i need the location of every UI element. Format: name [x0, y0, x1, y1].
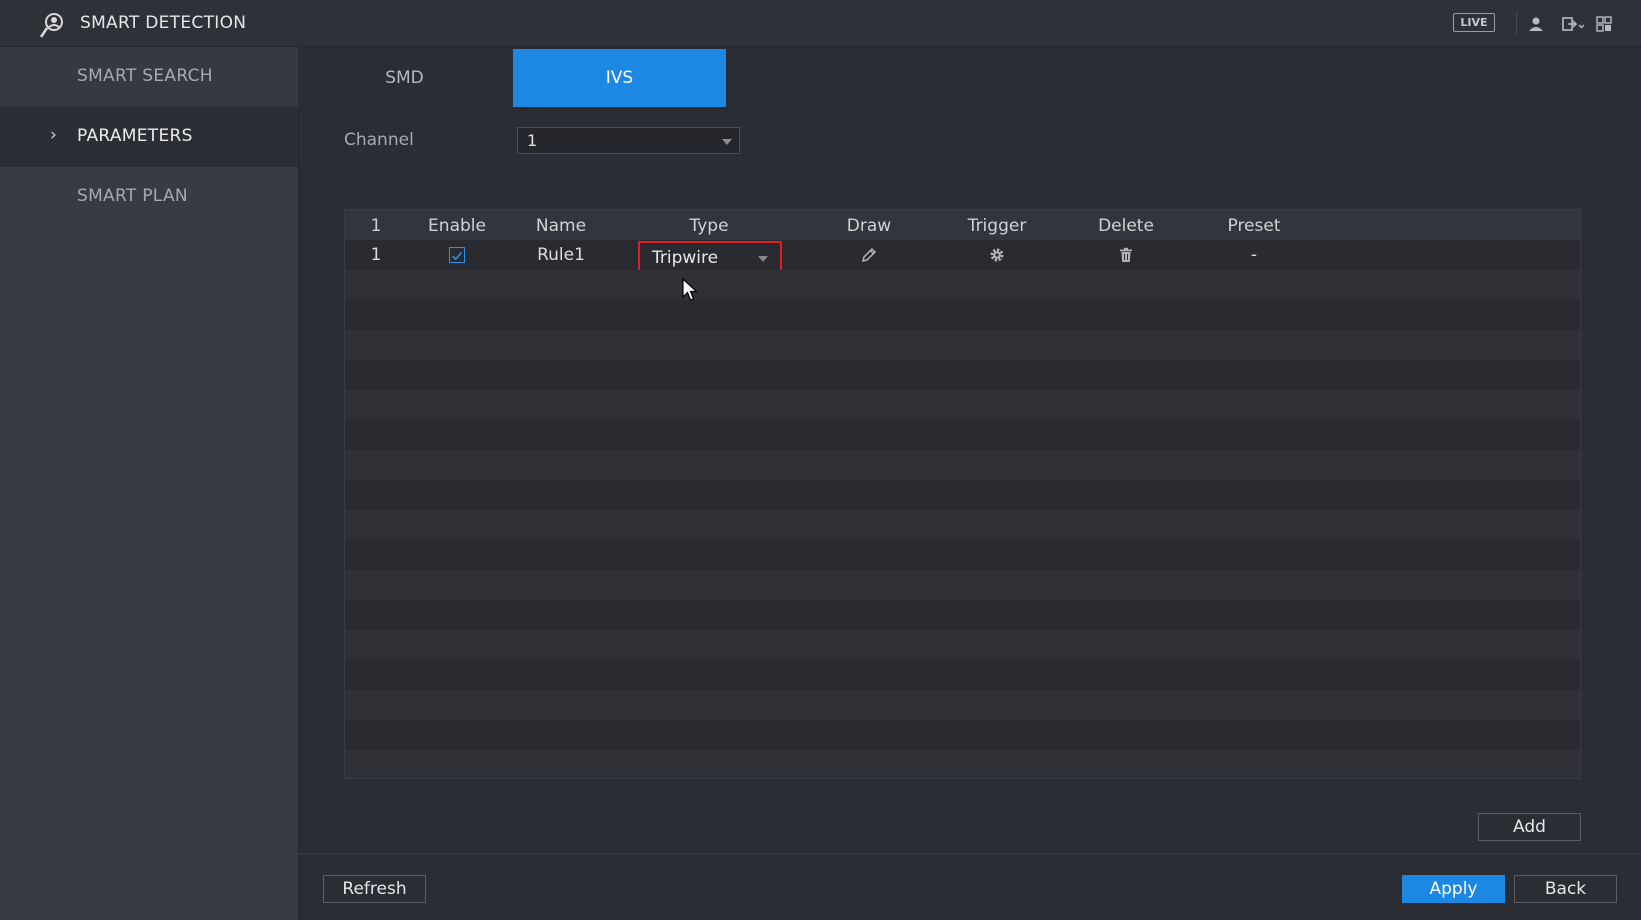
type-value: Tripwire	[652, 248, 719, 268]
table-row-empty	[345, 630, 1580, 660]
back-button[interactable]: Back	[1514, 875, 1617, 903]
table-row-empty	[345, 480, 1580, 510]
table-row-empty	[345, 360, 1580, 390]
chevron-right-icon: ›	[50, 125, 57, 145]
checkmark-icon	[452, 251, 462, 261]
table-header: 1 Enable Name Type Draw Trigger Delete P…	[345, 210, 1580, 240]
apply-button[interactable]: Apply	[1402, 875, 1505, 903]
app-title: SMART DETECTION	[80, 13, 247, 33]
table-row-empty	[345, 570, 1580, 600]
toolbar-divider	[1516, 12, 1517, 34]
enable-checkbox[interactable]	[449, 247, 465, 263]
live-button[interactable]: LIVE	[1453, 13, 1495, 32]
pencil-icon[interactable]	[860, 246, 878, 264]
trash-icon[interactable]	[1117, 246, 1135, 264]
sidebar-item-label: PARAMETERS	[77, 126, 193, 146]
tab-ivs[interactable]: IVS	[513, 49, 726, 107]
table-row-empty	[345, 390, 1580, 420]
column-header-enable: Enable	[428, 216, 486, 236]
column-header-preset: Preset	[1227, 216, 1281, 236]
table-row[interactable]: 1 Rule1 Tripwire -	[345, 240, 1580, 274]
add-button[interactable]: Add	[1478, 813, 1581, 841]
column-header-index: 1	[370, 216, 382, 236]
rule-name: Rule1	[537, 245, 585, 265]
sidebar-item-parameters[interactable]: › PARAMETERS	[0, 107, 298, 167]
channel-label: Channel	[344, 130, 414, 150]
sidebar-item-label: SMART SEARCH	[77, 66, 213, 86]
table-row-empty	[345, 540, 1580, 570]
sidebar-item-smart-search[interactable]: SMART SEARCH	[0, 47, 298, 107]
table-row-empty	[345, 510, 1580, 540]
rules-table: 1 Enable Name Type Draw Trigger Delete P…	[344, 209, 1581, 779]
table-row-empty	[345, 450, 1580, 480]
column-header-trigger: Trigger	[967, 216, 1027, 236]
logout-icon[interactable]	[1561, 15, 1585, 33]
chevron-down-icon	[722, 139, 732, 145]
channel-select[interactable]: 1	[517, 127, 740, 154]
table-row-empty	[345, 300, 1580, 330]
chevron-down-icon	[758, 256, 768, 262]
sidebar-item-label: SMART PLAN	[77, 186, 188, 206]
refresh-button[interactable]: Refresh	[323, 875, 426, 903]
table-row-empty	[345, 750, 1580, 778]
column-header-type: Type	[689, 216, 729, 236]
column-header-name: Name	[535, 216, 587, 236]
sidebar: SMART SEARCH › PARAMETERS SMART PLAN	[0, 47, 298, 920]
table-row-empty	[345, 270, 1580, 300]
tab-bar: SMD IVS	[298, 47, 1641, 109]
rule-index: 1	[370, 245, 382, 265]
table-row-empty	[345, 690, 1580, 720]
top-bar: SMART DETECTION LIVE	[0, 0, 1641, 47]
rule-preset: -	[1250, 245, 1258, 265]
column-header-delete: Delete	[1098, 216, 1154, 236]
grid-icon[interactable]	[1595, 15, 1613, 33]
user-icon[interactable]	[1527, 15, 1545, 33]
table-row-empty	[345, 720, 1580, 750]
tab-smd[interactable]: SMD	[298, 49, 511, 107]
table-row-empty	[345, 660, 1580, 690]
table-row-empty	[345, 420, 1580, 450]
channel-value: 1	[527, 131, 538, 150]
mouse-cursor-icon	[682, 278, 698, 301]
column-header-draw: Draw	[846, 216, 892, 236]
gear-icon[interactable]	[988, 246, 1006, 264]
table-row-empty	[345, 600, 1580, 630]
table-row-empty	[345, 330, 1580, 360]
smart-detection-icon	[39, 13, 63, 38]
sidebar-item-smart-plan[interactable]: SMART PLAN	[0, 167, 298, 227]
